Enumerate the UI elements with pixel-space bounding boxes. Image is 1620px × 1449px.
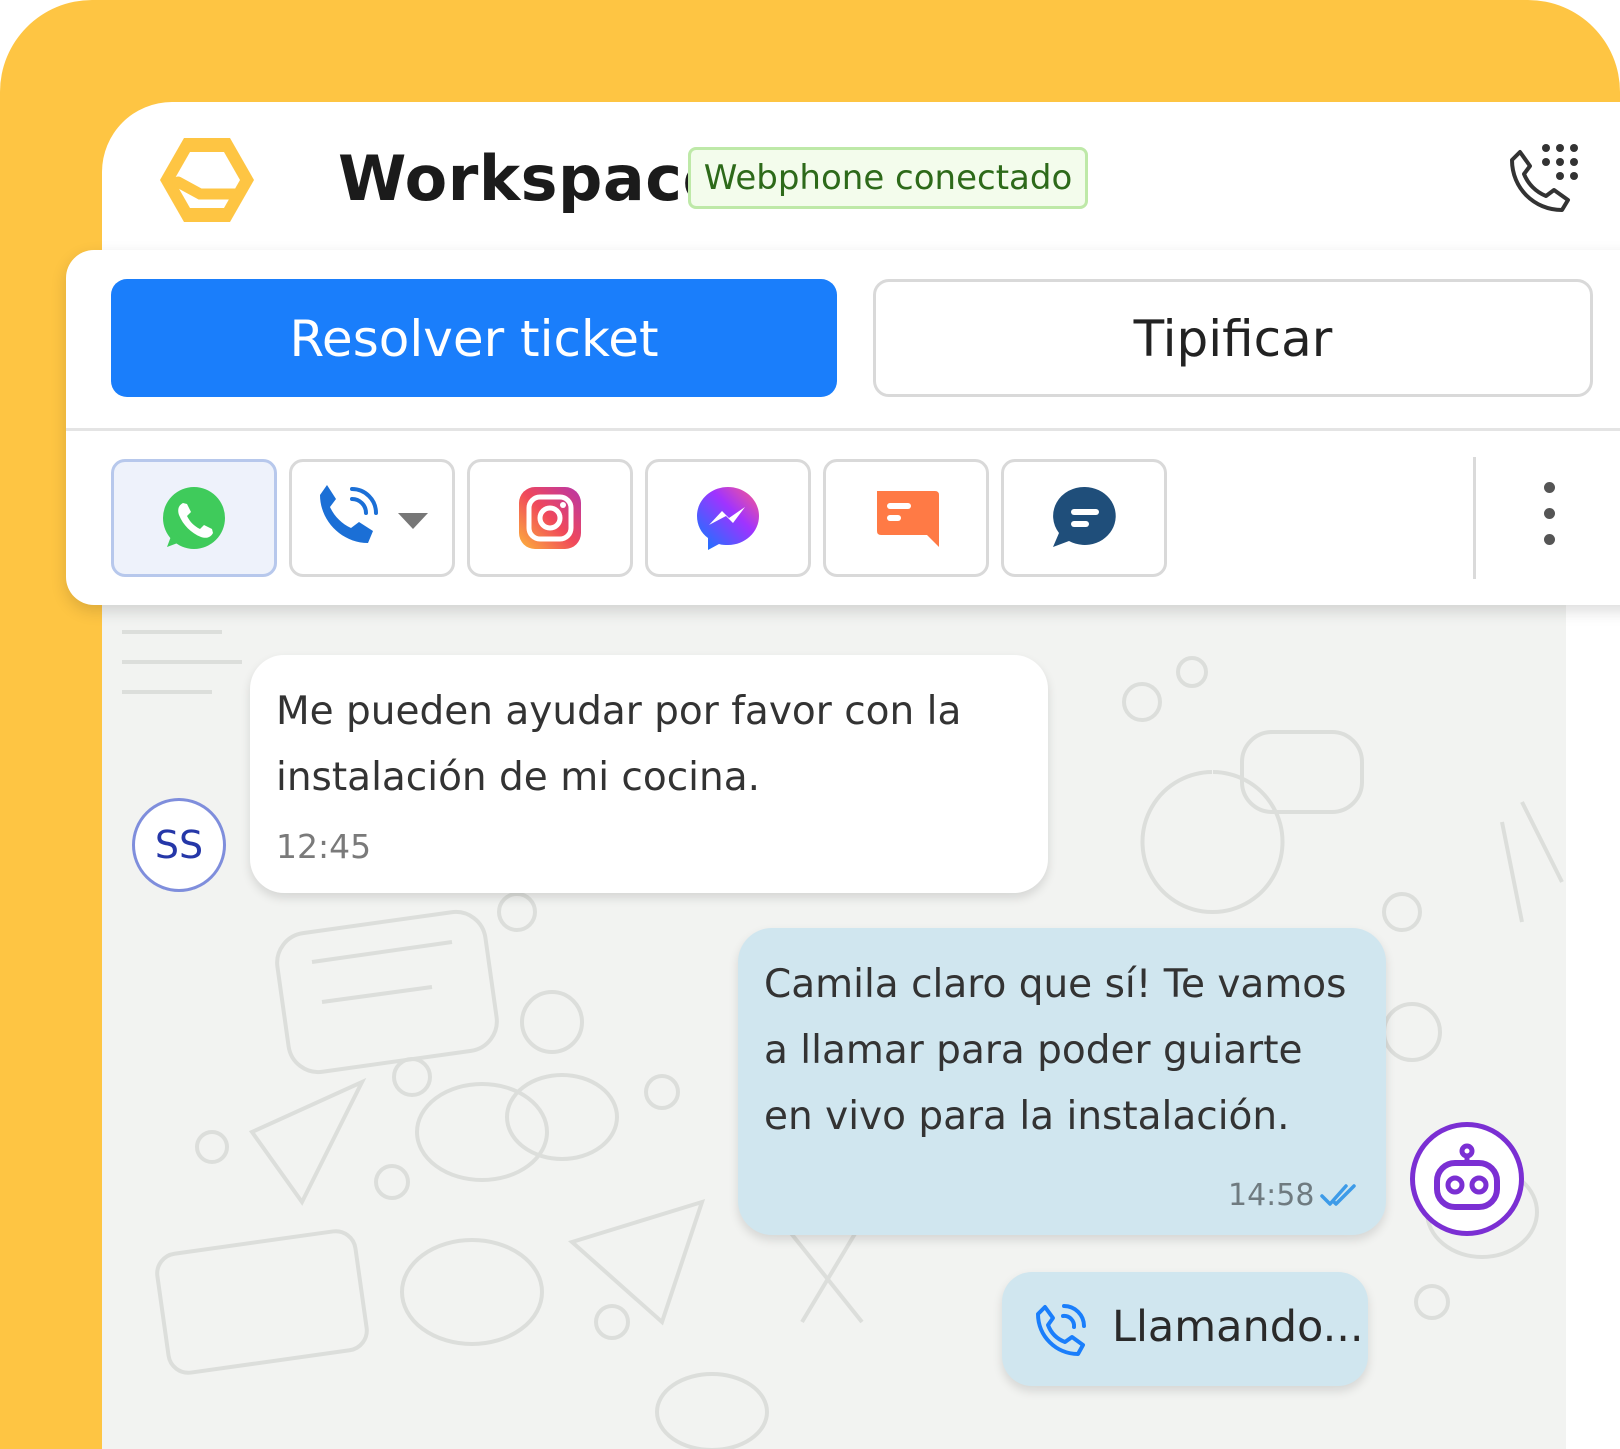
instagram-icon	[519, 487, 581, 549]
messenger-icon	[697, 487, 759, 550]
page-title: Workspace	[338, 142, 726, 215]
channel-webchat[interactable]	[1001, 459, 1167, 577]
incoming-message-time: 12:45	[276, 827, 372, 866]
bot-icon	[1434, 1143, 1500, 1210]
webphone-status-badge: Webphone conectado	[688, 147, 1088, 209]
outgoing-message: Camila claro que sí! Te vamos a llamar p…	[738, 928, 1386, 1235]
outgoing-message-text: Camila claro que sí! Te vamos a llamar p…	[764, 962, 1347, 1139]
double-check-icon	[1320, 1184, 1356, 1206]
channel-whatsapp[interactable]	[111, 459, 277, 577]
customer-avatar: SS	[132, 798, 226, 892]
card-divider	[66, 428, 1620, 431]
more-options-icon[interactable]	[1534, 478, 1564, 558]
channel-phone[interactable]	[289, 459, 455, 577]
ticket-actions-card: Resolver ticket Tipificar	[66, 250, 1620, 605]
phone-call-icon	[1036, 1304, 1086, 1356]
app-frame: Workspace Webphone conectado SS Me puede…	[0, 0, 1620, 1449]
calling-status-text: Llamando...	[1112, 1302, 1364, 1352]
phone-dialpad-icon[interactable]	[1502, 138, 1582, 218]
whatsapp-icon	[162, 487, 225, 549]
webchat-icon	[1053, 486, 1116, 547]
channel-sms[interactable]	[823, 459, 989, 577]
bot-avatar	[1410, 1122, 1524, 1236]
channel-messenger[interactable]	[645, 459, 811, 577]
outgoing-message-time: 14:58	[1228, 1178, 1315, 1213]
resolve-ticket-button[interactable]: Resolver ticket	[111, 279, 837, 397]
phone-call-icon	[320, 485, 428, 543]
incoming-message-text: Me pueden ayudar por favor con la instal…	[276, 689, 962, 800]
toolbar-divider	[1473, 457, 1476, 579]
classify-button[interactable]: Tipificar	[873, 279, 1593, 397]
calling-status-bubble: Llamando...	[1002, 1272, 1368, 1386]
workspace-logo-icon	[160, 138, 254, 222]
sms-icon	[877, 491, 939, 547]
incoming-message: Me pueden ayudar por favor con la instal…	[250, 655, 1048, 893]
channel-instagram[interactable]	[467, 459, 633, 577]
